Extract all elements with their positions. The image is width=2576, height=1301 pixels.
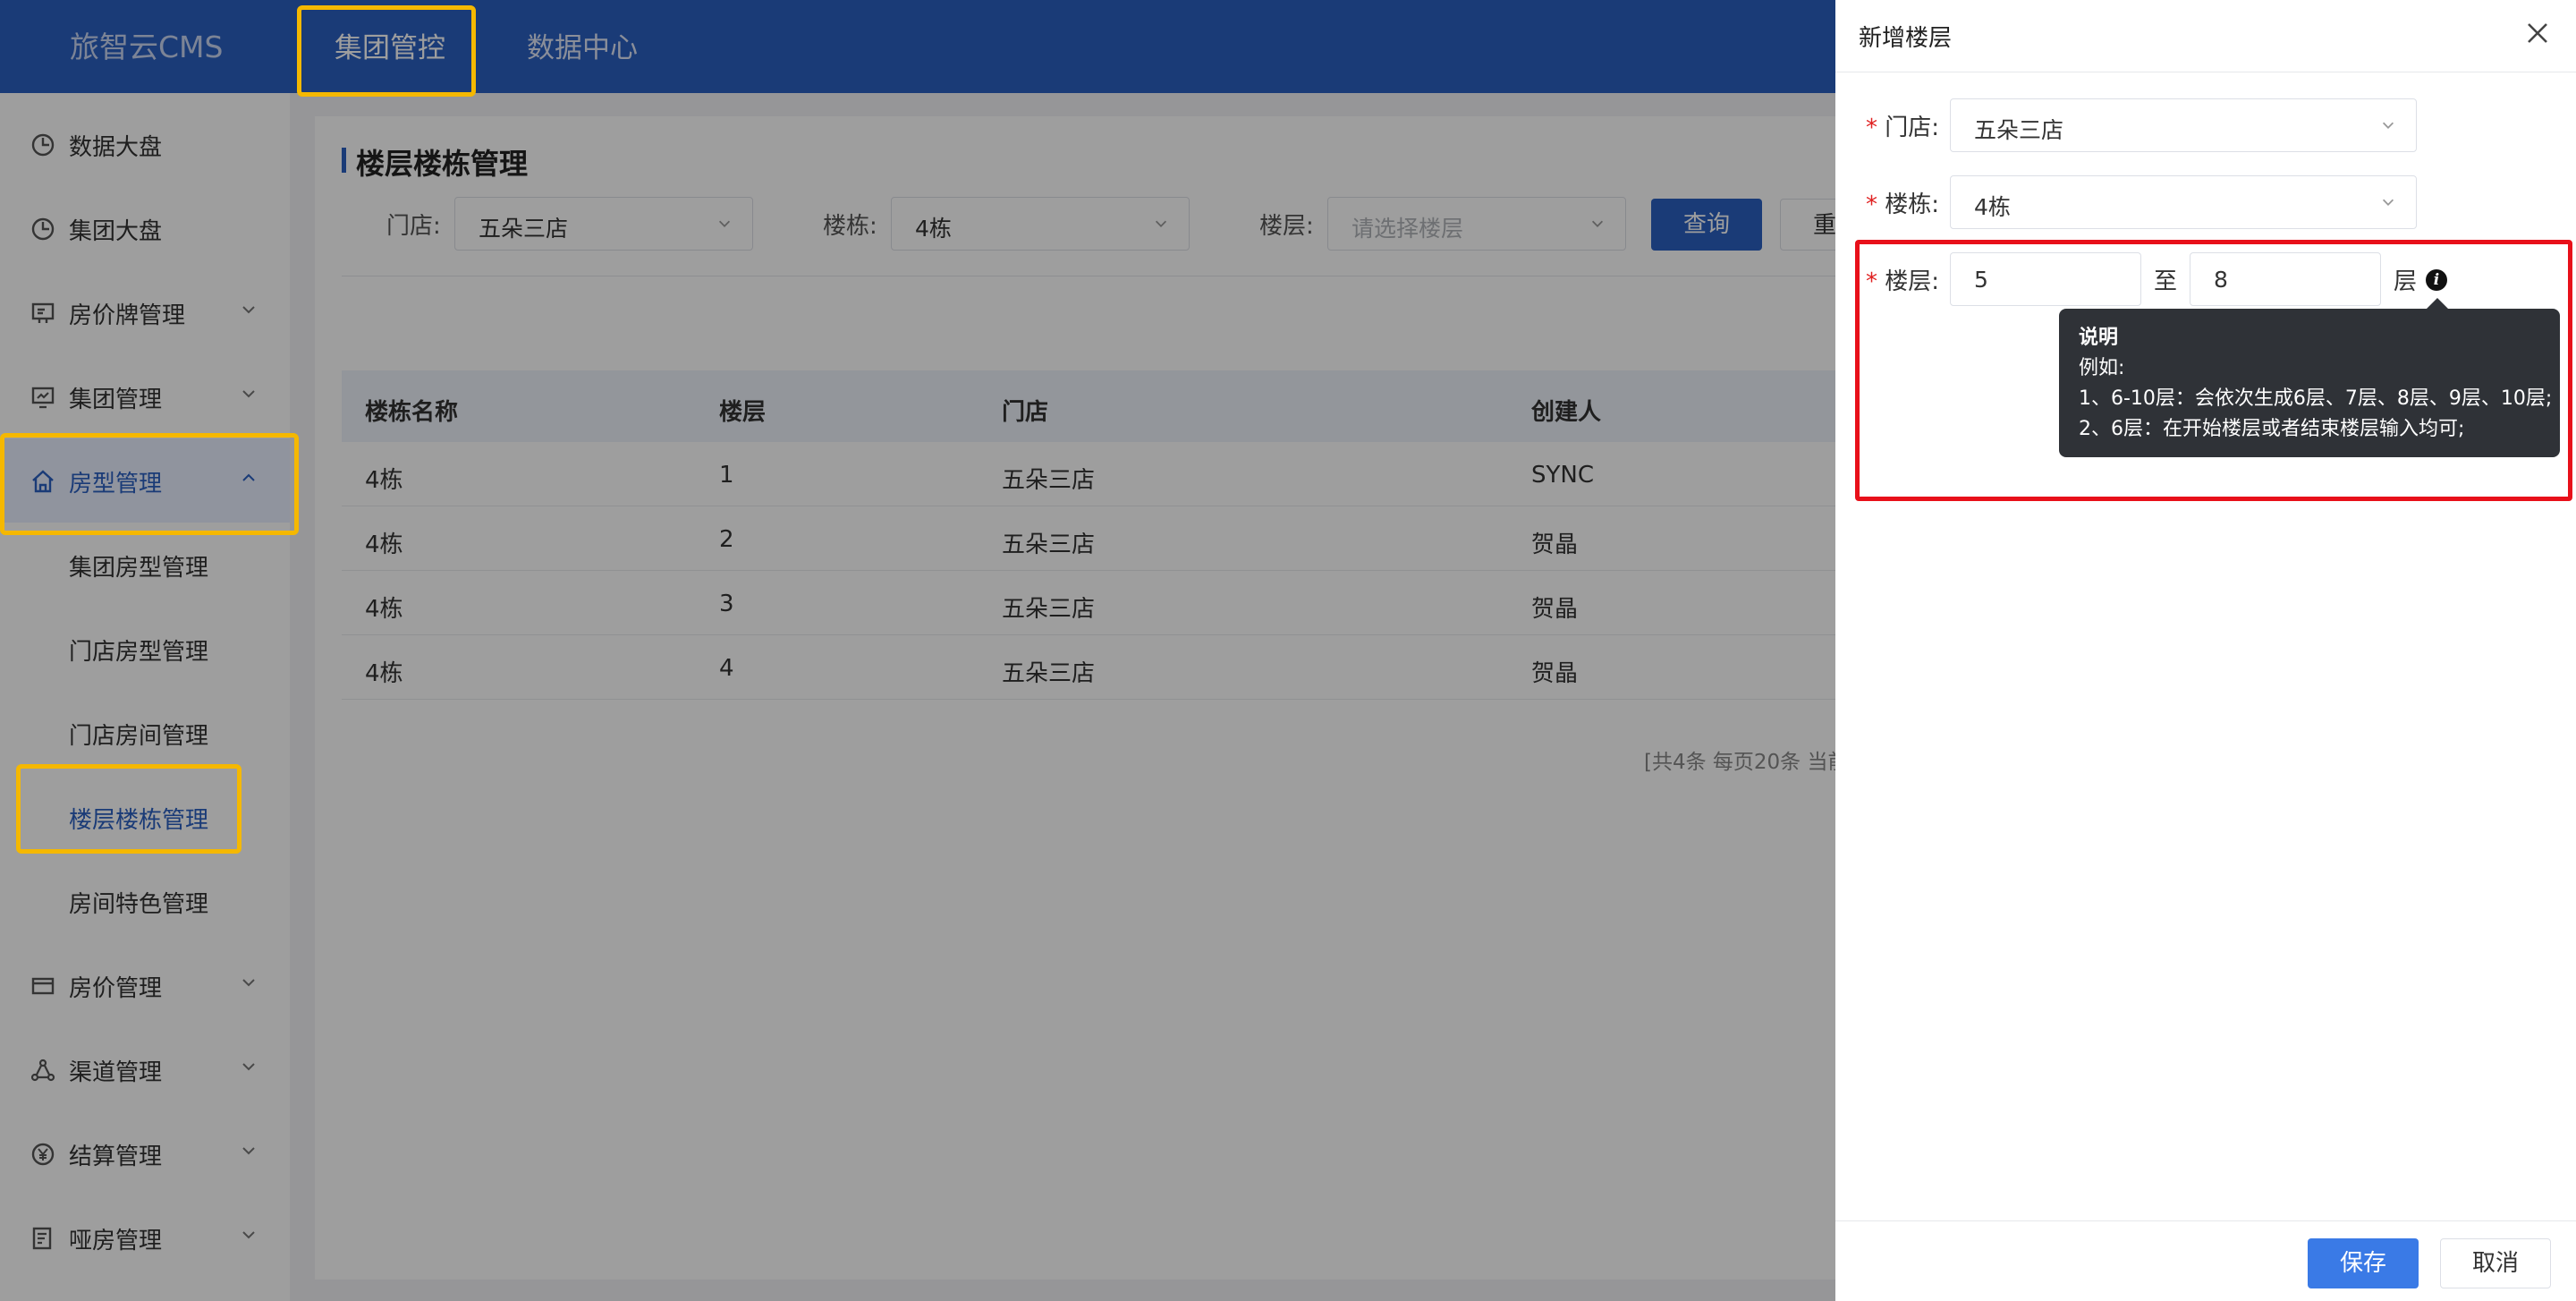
cancel-button[interactable]: 取消 — [2440, 1238, 2551, 1288]
store-select[interactable]: 五朵三店 — [1950, 98, 2417, 152]
chevron-down-icon — [2382, 122, 2394, 129]
highlight-box-top-tab — [297, 5, 476, 97]
highlight-box-room-type — [0, 433, 299, 535]
building-label-text: 楼栋: — [1885, 191, 1940, 218]
close-icon[interactable] — [2524, 20, 2551, 47]
store-field-label: * 门店: — [1866, 109, 1939, 142]
required-mark: * — [1866, 191, 1877, 218]
building-select[interactable]: 4栋 — [1950, 175, 2417, 229]
store-label-text: 门店: — [1885, 115, 1940, 141]
store-select-value: 五朵三店 — [1974, 117, 2064, 143]
required-mark: * — [1866, 115, 1877, 141]
chevron-down-icon — [2382, 199, 2394, 206]
drawer-title: 新增楼层 — [1859, 25, 1953, 52]
modal-overlay[interactable] — [0, 0, 1835, 1301]
building-field-label: * 楼栋: — [1866, 186, 1939, 219]
highlight-box-floor-range — [1855, 240, 2572, 501]
building-select-value: 4栋 — [1974, 194, 2011, 220]
save-button[interactable]: 保存 — [2308, 1238, 2419, 1288]
highlight-box-floor-building — [16, 764, 242, 854]
drawer-footer-divider — [1835, 1220, 2576, 1221]
